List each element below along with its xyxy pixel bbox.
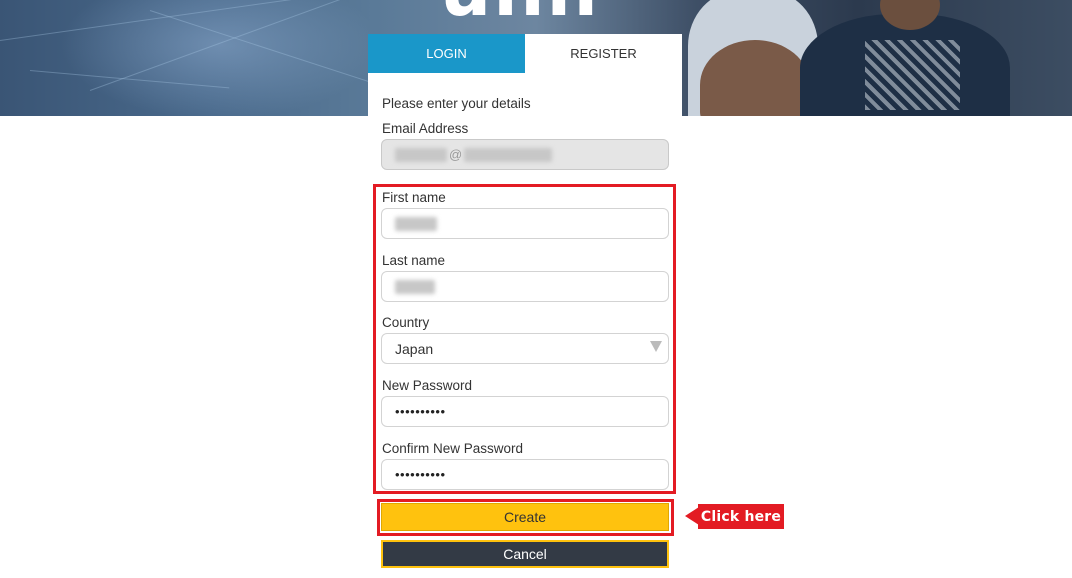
create-button[interactable]: Create [381,503,669,531]
first-name-field[interactable] [381,208,669,239]
first-name-label: First name [382,190,446,205]
redacted-email-domain [464,147,553,162]
last-name-field[interactable] [381,271,669,302]
new-password-label: New Password [382,378,473,393]
confirm-password-label: Confirm New Password [382,441,524,456]
email-at-sign: @ [449,147,463,162]
confirm-password-field[interactable]: •••••••••• [381,459,669,490]
tab-register[interactable]: REGISTER [525,34,682,73]
new-password-value: •••••••••• [395,404,446,419]
country-label: Country [382,315,430,330]
hero-glow [60,0,380,116]
brand-logo: unn [440,0,600,32]
last-name-label: Last name [382,253,446,268]
confirm-password-value: •••••••••• [395,467,446,482]
form-intro: Please enter your details [382,96,531,111]
new-password-field[interactable]: •••••••••• [381,396,669,427]
redacted-last-name [395,279,435,294]
tab-login[interactable]: LOGIN [368,34,525,73]
country-select[interactable]: Japan [381,333,669,364]
hero-shirt-print [865,40,960,110]
email-field[interactable]: @ [381,139,669,170]
chevron-down-icon [650,341,662,352]
cancel-button[interactable]: Cancel [381,540,669,568]
country-value: Japan [395,340,434,357]
click-here-callout: Click here [698,504,784,529]
redacted-email-user [395,147,447,162]
redacted-first-name [395,216,437,231]
callout-arrow-icon [685,507,699,525]
email-label: Email Address [382,121,469,136]
